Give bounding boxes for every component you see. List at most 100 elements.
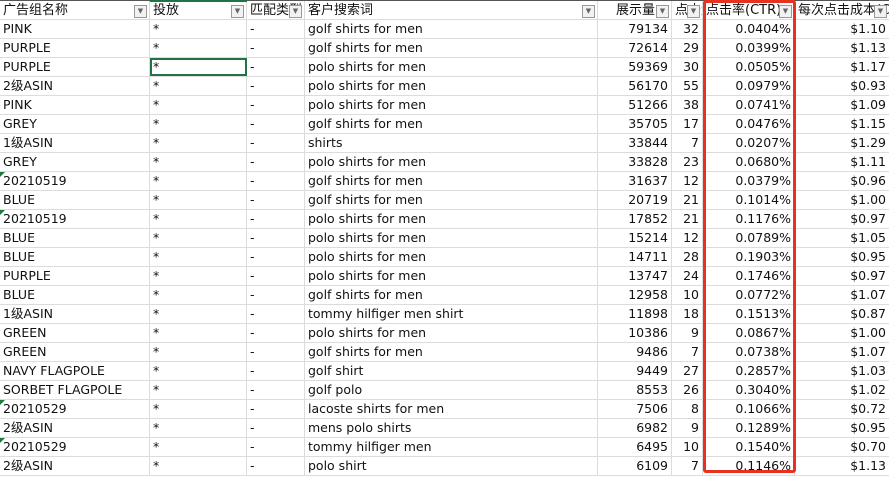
cell-cpc[interactable]: $1.00 [795, 324, 889, 342]
cell-search-term[interactable]: polo shirts for men [305, 229, 598, 247]
cell-ad-group[interactable]: PINK [0, 96, 150, 114]
cell-ctr[interactable]: 0.0738% [703, 343, 795, 361]
cell-match-type[interactable]: - [247, 381, 305, 399]
cell-match-type[interactable]: - [247, 191, 305, 209]
cell-impressions[interactable]: 72614 [598, 39, 672, 57]
cell-ad-group[interactable]: GREEN [0, 343, 150, 361]
cell-ctr[interactable]: 0.0505% [703, 58, 795, 76]
cell-targeting[interactable]: * [150, 229, 247, 247]
cell-clicks[interactable]: 38 [672, 96, 703, 114]
cell-match-type[interactable]: - [247, 58, 305, 76]
cell-targeting[interactable]: * [150, 134, 247, 152]
cell-match-type[interactable]: - [247, 77, 305, 95]
cell-search-term[interactable]: polo shirts for men [305, 267, 598, 285]
cell-targeting[interactable]: * [150, 115, 247, 133]
cell-ad-group[interactable]: GREEN [0, 324, 150, 342]
header-match-type[interactable]: 匹配类型 ▼ [247, 1, 305, 19]
cell-impressions[interactable]: 79134 [598, 20, 672, 38]
cell-clicks[interactable]: 9 [672, 419, 703, 437]
cell-targeting[interactable]: * [150, 362, 247, 380]
cell-search-term[interactable]: lacoste shirts for men [305, 400, 598, 418]
cell-ctr[interactable]: 0.1540% [703, 438, 795, 456]
cell-ad-group[interactable]: SORBET FLAGPOLE [0, 381, 150, 399]
cell-ad-group[interactable]: 20210519 [0, 210, 150, 228]
cell-match-type[interactable]: - [247, 96, 305, 114]
cell-cpc[interactable]: $0.72 [795, 400, 889, 418]
cell-ad-group[interactable]: 20210529 [0, 400, 150, 418]
cell-ad-group[interactable]: NAVY FLAGPOLE [0, 362, 150, 380]
cell-ctr[interactable]: 0.0399% [703, 39, 795, 57]
cell-impressions[interactable]: 6109 [598, 457, 672, 475]
cell-ad-group[interactable]: PURPLE [0, 58, 150, 76]
cell-clicks[interactable]: 9 [672, 324, 703, 342]
cell-cpc[interactable]: $0.70 [795, 438, 889, 456]
cell-ad-group[interactable]: 2级ASIN [0, 457, 150, 475]
cell-cpc[interactable]: $1.02 [795, 381, 889, 399]
cell-search-term[interactable]: polo shirts for men [305, 210, 598, 228]
cell-match-type[interactable]: - [247, 267, 305, 285]
filter-dropdown-icon[interactable]: ▼ [874, 5, 887, 18]
cell-cpc[interactable]: $1.03 [795, 362, 889, 380]
cell-ad-group[interactable]: 1级ASIN [0, 134, 150, 152]
cell-targeting[interactable]: * [150, 58, 247, 76]
cell-ad-group[interactable]: BLUE [0, 191, 150, 209]
cell-ctr[interactable]: 0.0379% [703, 172, 795, 190]
cell-ctr[interactable]: 0.0741% [703, 96, 795, 114]
cell-search-term[interactable]: shirts [305, 134, 598, 152]
cell-clicks[interactable]: 21 [672, 191, 703, 209]
cell-cpc[interactable]: $0.96 [795, 172, 889, 190]
cell-cpc[interactable]: $1.07 [795, 286, 889, 304]
cell-clicks[interactable]: 21 [672, 210, 703, 228]
cell-targeting[interactable]: * [150, 305, 247, 323]
cell-ctr[interactable]: 0.2857% [703, 362, 795, 380]
cell-clicks[interactable]: 30 [672, 58, 703, 76]
cell-cpc[interactable]: $1.13 [795, 39, 889, 57]
cell-clicks[interactable]: 8 [672, 400, 703, 418]
cell-search-term[interactable]: polo shirts for men [305, 77, 598, 95]
cell-targeting[interactable]: * [150, 39, 247, 57]
cell-ad-group[interactable]: 20210519 [0, 172, 150, 190]
cell-search-term[interactable]: golf shirts for men [305, 343, 598, 361]
cell-impressions[interactable]: 6495 [598, 438, 672, 456]
cell-cpc[interactable]: $0.93 [795, 77, 889, 95]
cell-impressions[interactable]: 17852 [598, 210, 672, 228]
cell-clicks[interactable]: 27 [672, 362, 703, 380]
cell-clicks[interactable]: 12 [672, 172, 703, 190]
header-ctr[interactable]: 点击率(CTR) ▼ [703, 1, 795, 19]
filter-dropdown-icon[interactable]: ▼ [656, 5, 669, 18]
cell-impressions[interactable]: 11898 [598, 305, 672, 323]
cell-ctr[interactable]: 0.0404% [703, 20, 795, 38]
header-search-term[interactable]: 客户搜索词 ▼ [305, 1, 598, 19]
cell-impressions[interactable]: 9486 [598, 343, 672, 361]
cell-ctr[interactable]: 0.0772% [703, 286, 795, 304]
cell-ctr[interactable]: 0.0680% [703, 153, 795, 171]
cell-ad-group[interactable]: BLUE [0, 229, 150, 247]
cell-cpc[interactable]: $0.95 [795, 248, 889, 266]
cell-ad-group[interactable]: 2级ASIN [0, 419, 150, 437]
filter-dropdown-icon[interactable]: ▼ [582, 5, 595, 18]
cell-match-type[interactable]: - [247, 438, 305, 456]
cell-impressions[interactable]: 7506 [598, 400, 672, 418]
cell-match-type[interactable]: - [247, 172, 305, 190]
cell-search-term[interactable]: polo shirts for men [305, 248, 598, 266]
cell-ad-group[interactable]: GREY [0, 115, 150, 133]
cell-cpc[interactable]: $1.17 [795, 58, 889, 76]
cell-clicks[interactable]: 10 [672, 438, 703, 456]
cell-ad-group[interactable]: BLUE [0, 248, 150, 266]
cell-search-term[interactable]: golf shirts for men [305, 20, 598, 38]
cell-clicks[interactable]: 32 [672, 20, 703, 38]
cell-cpc[interactable]: $0.97 [795, 210, 889, 228]
filter-dropdown-icon[interactable]: ▼ [134, 5, 147, 18]
cell-targeting[interactable]: * [150, 438, 247, 456]
cell-match-type[interactable]: - [247, 210, 305, 228]
cell-clicks[interactable]: 24 [672, 267, 703, 285]
cell-match-type[interactable]: - [247, 286, 305, 304]
cell-ctr[interactable]: 0.0867% [703, 324, 795, 342]
cell-match-type[interactable]: - [247, 305, 305, 323]
cell-impressions[interactable]: 15214 [598, 229, 672, 247]
cell-clicks[interactable]: 17 [672, 115, 703, 133]
cell-cpc[interactable]: $1.00 [795, 191, 889, 209]
cell-search-term[interactable]: golf shirts for men [305, 39, 598, 57]
header-ad-group[interactable]: 广告组名称 ▼ [0, 1, 150, 19]
cell-targeting[interactable]: * [150, 400, 247, 418]
